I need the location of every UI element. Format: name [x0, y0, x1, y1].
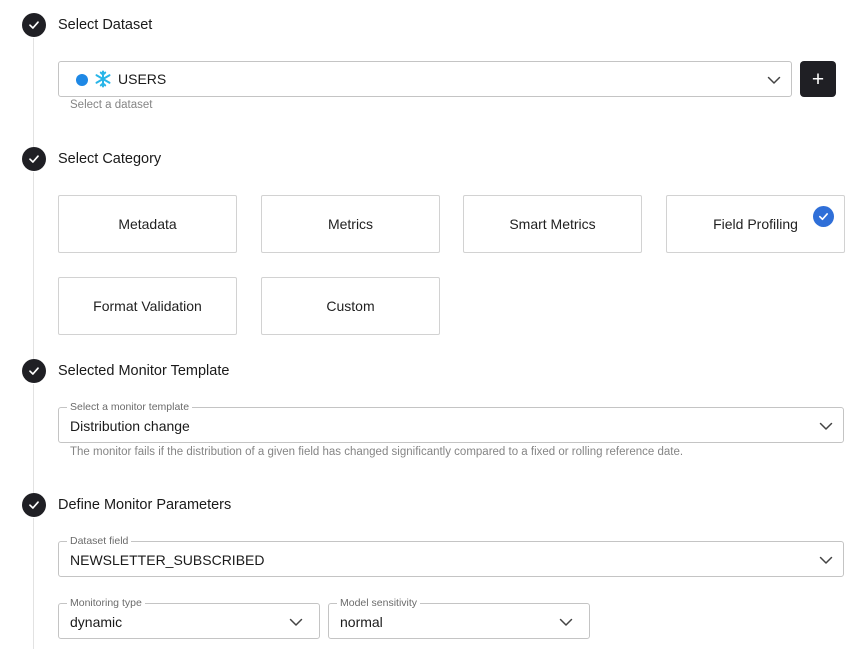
step-title: Select Category — [58, 151, 162, 167]
monitoring-type-value: dynamic — [70, 614, 123, 630]
model-sensitivity-value: normal — [340, 614, 383, 630]
add-dataset-button[interactable]: + — [800, 61, 836, 97]
step-monitor-template: Selected Monitor Template — [22, 359, 229, 383]
category-label: Smart Metrics — [509, 216, 596, 232]
category-label: Field Profiling — [713, 216, 798, 232]
category-card-field-profiling[interactable]: Field Profiling — [666, 195, 845, 253]
dataset-field-label: Dataset field — [67, 534, 132, 548]
dataset-field-select[interactable]: Dataset field NEWSLETTER_SUBSCRIBED — [58, 534, 844, 577]
category-card-metrics[interactable]: Metrics — [261, 195, 440, 253]
step-monitor-parameters: Define Monitor Parameters — [22, 493, 231, 517]
category-card-custom[interactable]: Custom — [261, 277, 440, 335]
chevron-down-icon[interactable] — [559, 615, 573, 633]
check-icon — [22, 493, 46, 517]
category-label: Custom — [326, 298, 375, 314]
step-connector — [33, 38, 34, 159]
step-select-dataset: Select Dataset — [22, 13, 152, 37]
monitor-template-helper-text: The monitor fails if the distribution of… — [70, 446, 684, 458]
category-label: Metrics — [327, 216, 374, 232]
chevron-down-icon[interactable] — [767, 73, 781, 91]
monitoring-type-select[interactable]: Monitoring type dynamic — [58, 596, 320, 639]
dataset-status-dot — [76, 74, 88, 86]
step-select-category: Select Category — [22, 147, 161, 171]
monitor-template-select[interactable]: Select a monitor template Distribution c… — [58, 400, 844, 443]
monitoring-type-label: Monitoring type — [67, 596, 145, 610]
category-label: Format Validation — [93, 298, 202, 314]
step-title: Selected Monitor Template — [58, 363, 230, 379]
plus-icon: + — [811, 67, 825, 91]
model-sensitivity-select[interactable]: Model sensitivity normal — [328, 596, 590, 639]
chevron-down-icon[interactable] — [819, 553, 833, 571]
step-connector — [33, 384, 34, 493]
dataset-field-value: NEWSLETTER_SUBSCRIBED — [70, 552, 265, 568]
chevron-down-icon[interactable] — [819, 419, 833, 437]
step-connector — [33, 172, 34, 359]
category-label: Metadata — [118, 216, 177, 232]
dataset-helper-text: Select a dataset — [70, 99, 153, 111]
category-card-format-validation[interactable]: Format Validation — [58, 277, 237, 335]
check-icon — [22, 359, 46, 383]
monitor-template-label: Select a monitor template — [67, 400, 193, 414]
check-icon — [22, 147, 46, 171]
snowflake-icon — [94, 70, 112, 88]
monitor-template-value: Distribution change — [70, 418, 190, 434]
step-title: Select Dataset — [58, 17, 153, 33]
selected-check-icon — [813, 206, 834, 227]
check-icon — [22, 13, 46, 37]
step-connector — [33, 518, 34, 649]
dataset-value: USERS — [118, 71, 167, 87]
category-card-smart-metrics[interactable]: Smart Metrics — [463, 195, 642, 253]
model-sensitivity-label: Model sensitivity — [337, 596, 421, 610]
dataset-select[interactable]: USERS — [58, 61, 792, 97]
category-card-metadata[interactable]: Metadata — [58, 195, 237, 253]
step-title: Define Monitor Parameters — [58, 497, 232, 513]
chevron-down-icon[interactable] — [289, 615, 303, 633]
